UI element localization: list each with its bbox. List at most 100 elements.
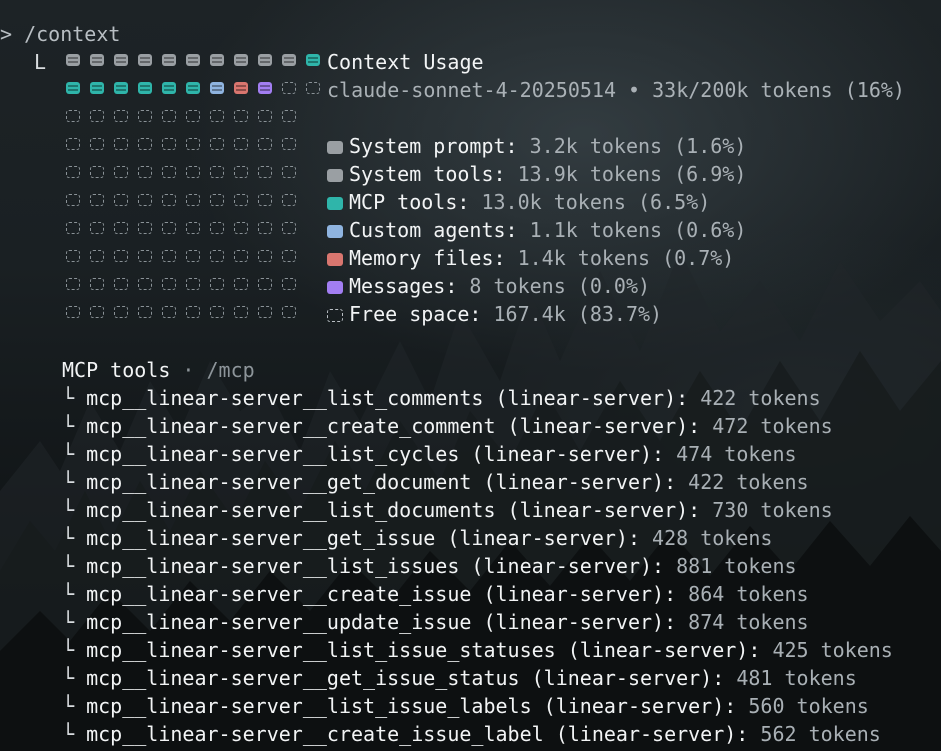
model-token-summary: claude-sonnet-4-20250514 • 33k/200k toke… xyxy=(327,78,905,102)
usage-cell-free xyxy=(232,165,250,179)
usage-cell-free xyxy=(112,193,130,207)
usage-cell-free xyxy=(64,109,82,123)
mcp-tool-name: mcp__linear-server__list_cycles (linear-… xyxy=(86,442,665,466)
usage-cell-free xyxy=(88,165,106,179)
tree-branch: └ xyxy=(62,386,75,410)
usage-cell-free xyxy=(136,109,154,123)
usage-cell-msg xyxy=(256,81,274,95)
mcp-tool-name: mcp__linear-server__list_issues (linear-… xyxy=(86,554,665,578)
legend-label: Free space: xyxy=(349,302,482,326)
usage-cell-free xyxy=(256,305,274,319)
mcp-tool-name: mcp__linear-server__create_issue_label (… xyxy=(86,722,749,746)
mcp-tool-name: mcp__linear-server__list_issue_labels (l… xyxy=(86,694,737,718)
mcp-tool-row: └ mcp__linear-server__create_issue (line… xyxy=(62,580,809,608)
mcp-tool-tokens: 560 tokens xyxy=(748,694,869,718)
mcp-tool-name: mcp__linear-server__get_issue_status (li… xyxy=(86,666,725,690)
usage-cell-free xyxy=(184,109,202,123)
tree-elbow: L xyxy=(34,50,47,74)
tree-branch: └ xyxy=(62,414,75,438)
mcp-tool-row: └ mcp__linear-server__get_issue (linear-… xyxy=(62,524,772,552)
legend-value: 167.4k (83.7%) xyxy=(493,302,663,326)
usage-cell-tools xyxy=(112,53,130,67)
usage-cell-free xyxy=(280,137,298,151)
usage-cell-free xyxy=(232,277,250,291)
usage-cell-free xyxy=(280,249,298,263)
usage-cell-free xyxy=(184,193,202,207)
usage-cell-free xyxy=(184,249,202,263)
usage-cell-mcp xyxy=(184,81,202,95)
mcp-tool-tokens: 472 tokens xyxy=(712,414,833,438)
mcp-command-hint: /mcp xyxy=(206,358,255,382)
usage-cell-free xyxy=(112,277,130,291)
usage-cell-mcp xyxy=(112,81,130,95)
usage-cell-free xyxy=(280,193,298,207)
usage-cell-free xyxy=(112,221,130,235)
usage-cell-tools xyxy=(208,53,226,67)
usage-cell-free xyxy=(208,277,226,291)
usage-cell-free xyxy=(160,249,178,263)
usage-cell-free xyxy=(256,137,274,151)
usage-cell-free xyxy=(160,221,178,235)
usage-cell-free xyxy=(208,221,226,235)
custom-agents-icon xyxy=(327,225,343,238)
mcp-tools-title: MCP tools xyxy=(62,358,171,382)
mcp-tool-row: └ mcp__linear-server__create_issue_label… xyxy=(62,720,881,748)
mcp-tool-tokens: 881 tokens xyxy=(676,554,797,578)
usage-cell-free xyxy=(88,193,106,207)
mcp-tool-row: └ mcp__linear-server__list_cycles (linea… xyxy=(62,440,797,468)
usage-cell-free xyxy=(208,193,226,207)
usage-cell-free xyxy=(88,305,106,319)
usage-cell-free xyxy=(256,249,274,263)
usage-cell-free xyxy=(64,277,82,291)
mcp-tool-tokens: 428 tokens xyxy=(652,526,773,550)
legend-label: System tools: xyxy=(349,162,506,186)
command-text: /context xyxy=(24,22,121,46)
usage-cell-free xyxy=(160,137,178,151)
mcp-tool-name: mcp__linear-server__get_document (linear… xyxy=(86,470,677,494)
legend-value: 1.1k tokens (0.6%) xyxy=(529,218,747,242)
legend-item-sys: System prompt: 3.2k tokens (1.6%) xyxy=(327,132,746,160)
tree-branch: └ xyxy=(62,638,75,662)
usage-cell-free xyxy=(280,81,298,95)
usage-cell-tools xyxy=(232,53,250,67)
legend-item-tools: System tools: 13.9k tokens (6.9%) xyxy=(327,160,746,188)
usage-cell-free xyxy=(88,137,106,151)
mcp-tool-row: └ mcp__linear-server__list_issue_labels … xyxy=(62,692,869,720)
usage-cell-free xyxy=(232,305,250,319)
usage-cell-free xyxy=(160,305,178,319)
usage-cell-free xyxy=(88,221,106,235)
tree-branch: └ xyxy=(62,498,75,522)
system-tools-icon xyxy=(327,169,343,182)
legend-value: 13.0k tokens (6.5%) xyxy=(481,190,711,214)
usage-cell-free xyxy=(112,137,130,151)
legend-item-msg: Messages: 8 tokens (0.0%) xyxy=(327,272,650,300)
usage-cell-free xyxy=(208,305,226,319)
usage-cell-free xyxy=(232,193,250,207)
usage-cell-free xyxy=(232,249,250,263)
usage-cell-free xyxy=(160,193,178,207)
usage-cell-free xyxy=(136,193,154,207)
free-space-icon xyxy=(327,309,343,322)
mcp-tool-row: └ mcp__linear-server__update_issue (line… xyxy=(62,608,809,636)
usage-cell-free xyxy=(160,165,178,179)
legend-item-memory: Memory files: 1.4k tokens (0.7%) xyxy=(327,244,734,272)
legend-value: 8 tokens (0.0%) xyxy=(469,274,651,298)
usage-cell-tools xyxy=(256,53,274,67)
usage-cell-free xyxy=(112,305,130,319)
tree-branch: └ xyxy=(62,554,75,578)
usage-cell-free xyxy=(136,137,154,151)
usage-cell-free xyxy=(64,165,82,179)
usage-cell-free xyxy=(160,109,178,123)
usage-cell-free xyxy=(64,221,82,235)
mcp-tool-row: └ mcp__linear-server__get_document (line… xyxy=(62,468,809,496)
mcp-tool-tokens: 422 tokens xyxy=(688,470,809,494)
usage-cell-free xyxy=(136,305,154,319)
tree-branch: └ xyxy=(62,610,75,634)
mcp-tool-name: mcp__linear-server__get_issue (linear-se… xyxy=(86,526,640,550)
usage-cell-tools xyxy=(184,53,202,67)
mcp-tool-name: mcp__linear-server__update_issue (linear… xyxy=(86,610,677,634)
tree-branch: └ xyxy=(62,470,75,494)
tree-branch: └ xyxy=(62,694,75,718)
system-prompt-icon xyxy=(327,141,343,154)
usage-cell-free xyxy=(208,109,226,123)
